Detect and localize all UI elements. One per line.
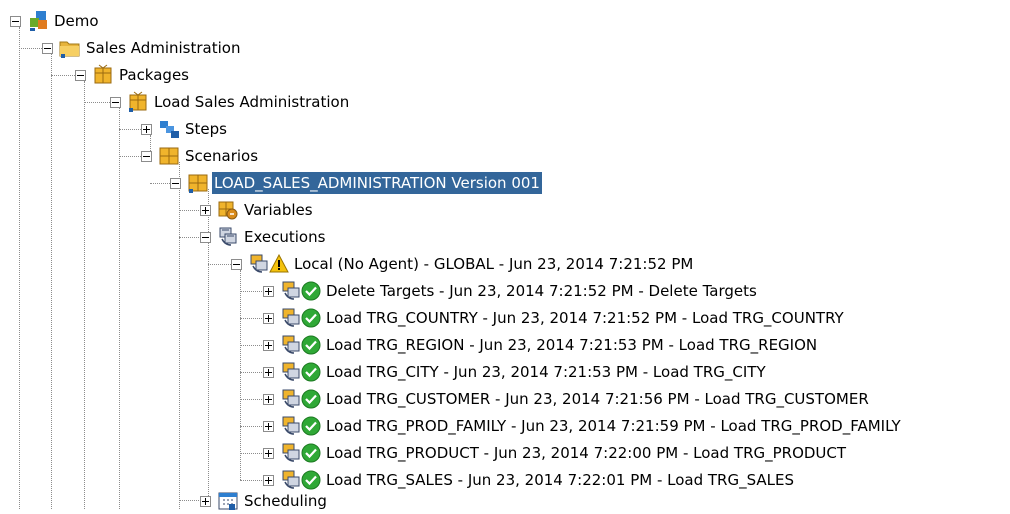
session-task-icon	[282, 335, 300, 354]
tree-label: Sales Administration	[86, 39, 241, 57]
success-check-icon	[301, 362, 321, 382]
tree-label: Load Sales Administration	[154, 93, 350, 111]
success-check-icon	[301, 470, 321, 490]
tree-node-task[interactable]: Load TRG_CUSTOMER - Jun 23, 2014 7:21:56…	[263, 386, 871, 412]
tree-node-task[interactable]: Load TRG_COUNTRY - Jun 23, 2014 7:21:52 …	[263, 305, 846, 331]
collapse-toggle[interactable]	[141, 150, 152, 162]
scenario-icon	[188, 174, 208, 193]
collapse-toggle[interactable]	[200, 231, 211, 243]
expand-toggle[interactable]	[263, 285, 274, 297]
tree-node-steps[interactable]: Steps	[141, 116, 229, 142]
tree-node-load-sales-administration[interactable]: Load Sales Administration	[110, 89, 351, 115]
tree-label: Local (No Agent) - GLOBAL - Jun 23, 2014…	[294, 255, 694, 273]
session-icon	[250, 254, 268, 273]
success-check-icon	[301, 281, 321, 301]
tree-label: Load TRG_REGION - Jun 23, 2014 7:21:53 P…	[326, 336, 818, 354]
expand-toggle[interactable]	[263, 366, 274, 378]
expand-toggle[interactable]	[263, 447, 274, 459]
executions-icon	[219, 227, 237, 246]
tree-node-task[interactable]: Delete Targets - Jun 23, 2014 7:21:52 PM…	[263, 278, 759, 304]
expand-toggle[interactable]	[200, 495, 211, 507]
tree-label-selected: LOAD_SALES_ADMINISTRATION Version 001	[212, 172, 542, 194]
success-check-icon	[301, 416, 321, 436]
collapse-toggle[interactable]	[231, 258, 242, 270]
tree-node-demo[interactable]: Demo	[10, 8, 101, 34]
tree-label: Scenarios	[185, 147, 259, 165]
packages-icon	[94, 64, 112, 84]
expand-toggle[interactable]	[263, 339, 274, 351]
tree-label: Executions	[244, 228, 326, 246]
tree-label: Load TRG_COUNTRY - Jun 23, 2014 7:21:52 …	[326, 309, 844, 327]
expand-toggle[interactable]	[200, 204, 211, 216]
tree-label: Demo	[54, 12, 99, 30]
expand-toggle[interactable]	[263, 312, 274, 324]
tree-node-task[interactable]: Load TRG_SALES - Jun 23, 2014 7:22:01 PM…	[263, 467, 796, 493]
tree-label: Steps	[185, 120, 227, 138]
collapse-toggle[interactable]	[42, 42, 53, 54]
tree-label: Delete Targets - Jun 23, 2014 7:21:52 PM…	[326, 282, 757, 300]
tree-node-variables[interactable]: Variables	[200, 197, 315, 223]
expand-toggle[interactable]	[263, 420, 274, 432]
variables-icon	[218, 201, 238, 220]
success-check-icon	[301, 335, 321, 355]
collapse-toggle[interactable]	[75, 69, 86, 81]
tree-label: Load TRG_SALES - Jun 23, 2014 7:22:01 PM…	[326, 471, 795, 489]
session-task-icon	[282, 416, 300, 435]
tree-node-scenarios[interactable]: Scenarios	[141, 143, 260, 169]
session-task-icon	[282, 281, 300, 300]
scenarios-icon	[159, 147, 179, 165]
collapse-toggle[interactable]	[110, 96, 121, 108]
folder-icon	[59, 41, 80, 58]
success-check-icon	[301, 308, 321, 328]
tree-label: Load TRG_PROD_FAMILY - Jun 23, 2014 7:21…	[326, 417, 901, 435]
collapse-toggle[interactable]	[10, 15, 21, 27]
tree-node-task[interactable]: Load TRG_REGION - Jun 23, 2014 7:21:53 P…	[263, 332, 819, 358]
expand-toggle[interactable]	[263, 393, 274, 405]
tree-node-task[interactable]: Load TRG_CITY - Jun 23, 2014 7:21:53 PM …	[263, 359, 768, 385]
collapse-toggle[interactable]	[170, 177, 181, 189]
tree-node-sales-administration[interactable]: Sales Administration	[42, 35, 242, 61]
tree-node-task[interactable]: Load TRG_PRODUCT - Jun 23, 2014 7:22:00 …	[263, 440, 848, 466]
tree-node-session[interactable]: Local (No Agent) - GLOBAL - Jun 23, 2014…	[231, 251, 695, 277]
package-icon	[129, 91, 147, 112]
session-task-icon	[282, 389, 300, 408]
expand-toggle[interactable]	[263, 474, 274, 486]
tree-label: Variables	[244, 201, 313, 219]
tree-node-task[interactable]: Load TRG_PROD_FAMILY - Jun 23, 2014 7:21…	[263, 413, 903, 439]
tree-node-scheduling[interactable]: Scheduling	[200, 488, 329, 514]
tree-node-executions[interactable]: Executions	[200, 224, 327, 250]
steps-icon	[160, 121, 179, 138]
tree-label: Load TRG_CITY - Jun 23, 2014 7:21:53 PM …	[326, 363, 766, 381]
tree-node-scenario[interactable]: LOAD_SALES_ADMINISTRATION Version 001	[170, 170, 542, 196]
session-task-icon	[282, 362, 300, 381]
session-task-icon	[282, 308, 300, 327]
expand-toggle[interactable]	[141, 123, 152, 135]
tree-node-packages[interactable]: Packages	[75, 62, 191, 88]
success-check-icon	[301, 443, 321, 463]
session-task-icon	[282, 443, 300, 462]
warning-icon	[269, 254, 289, 273]
tree-label: Load TRG_PRODUCT - Jun 23, 2014 7:22:00 …	[326, 444, 847, 462]
success-check-icon	[301, 389, 321, 409]
tree-label: Load TRG_CUSTOMER - Jun 23, 2014 7:21:56…	[326, 390, 869, 408]
tree-label: Packages	[119, 66, 189, 84]
project-icon	[30, 11, 47, 31]
